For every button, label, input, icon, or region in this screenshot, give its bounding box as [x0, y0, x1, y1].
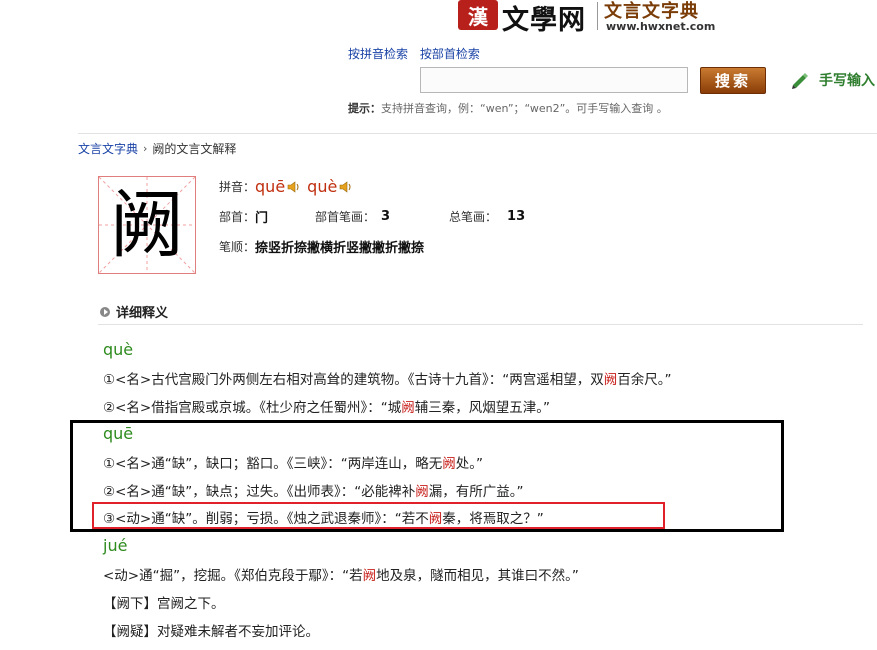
header-divider: [78, 133, 877, 134]
logo-divider: [597, 2, 598, 30]
pinyin-label: 拼音：: [219, 180, 256, 194]
pinyin-heading-jue2: jué: [103, 536, 128, 555]
radical-strokes-label: 部首笔画：: [315, 210, 376, 224]
pinyin-que4: què: [307, 177, 338, 196]
radical-label: 部首：: [219, 210, 256, 224]
breadcrumb: 文言文字典 › 阙的文言文解释: [78, 140, 236, 157]
total-strokes-value: 13: [507, 209, 526, 224]
definition-line: ①<名>通“缺”，缺口；豁口。《三峡》：“两岸连山，略无阙处。”: [103, 456, 483, 472]
pinyin-heading-que1: quē: [103, 424, 134, 443]
pinyin-heading-que4: què: [103, 340, 134, 359]
character-grid-box: 阙: [98, 176, 196, 274]
radical-row: 部首： 门 部首笔画： 3 总笔画： 13: [219, 207, 525, 226]
breadcrumb-separator: ›: [143, 142, 148, 155]
phrase-line: 【阙下】宫阙之下。: [103, 596, 225, 612]
definition-line: ②<名>借指宫殿或京城。《杜少府之任蜀州》：“城阙辅三秦，风烟望五津。”: [103, 400, 550, 416]
total-strokes-label: 总笔画：: [449, 210, 498, 224]
definition-line: <动>通“掘”，挖掘。《郑伯克段于鄢》：“若阙地及泉，隧而相见，其谁曰不然。”: [103, 568, 579, 584]
highlight-char: 阙: [362, 568, 377, 584]
definition-line: ③<动>通“缺”。削弱；亏损。《烛之武退秦师》：“若不阙秦，将焉取之？”: [103, 511, 544, 527]
stroke-order-label: 笔顺：: [219, 240, 256, 254]
highlight-char: 阙: [401, 400, 415, 416]
stroke-order-value: 捺竖折捺撇横折竖撇撇折撇捺: [255, 241, 425, 256]
radical-value: 门: [255, 211, 269, 226]
highlight-char: 阙: [442, 456, 456, 472]
definition-line: ①<名>古代宫殿门外两侧左右相对高耸的建筑物。《古诗十九首》：“两宫遥相望，双阙…: [103, 372, 672, 388]
handwrite-label: 手写输入: [819, 73, 875, 89]
hint-text: 支持拼音查询，例：“wen”；“wen2”。可手写输入查询 。: [381, 102, 668, 115]
pinyin-search-link[interactable]: 按拼音检索: [348, 47, 408, 61]
radical-strokes-value: 3: [381, 209, 391, 224]
highlight-char: 阙: [603, 372, 618, 388]
speaker-icon[interactable]: [287, 180, 301, 193]
search-mode-links: 按拼音检索 按部首检索: [348, 45, 488, 62]
detailed-definition-header: 详细释义: [100, 302, 168, 321]
radical-search-link[interactable]: 按部首检索: [420, 47, 480, 61]
search-hint: 提示：支持拼音查询，例：“wen”；“wen2”。可手写输入查询 。: [348, 100, 668, 116]
section-title: 详细释义: [116, 306, 169, 321]
character-glyph: 阙: [110, 182, 184, 268]
pen-icon: [792, 73, 808, 89]
pinyin-que1: quē: [255, 177, 286, 196]
definition-line: ②<名>通“缺”，缺点；过失。《出师表》：“必能裨补阙漏，有所广益。”: [103, 484, 524, 500]
logo-seal: 漢: [458, 0, 498, 30]
pinyin-row: 拼音： quē què: [219, 177, 359, 196]
stroke-order-row: 笔顺： 捺竖折捺撇横折竖撇撇折撇捺: [219, 237, 424, 256]
breadcrumb-home[interactable]: 文言文字典: [78, 140, 138, 157]
site-url: www.hwxnet.com: [606, 20, 716, 33]
section-divider: [98, 324, 863, 325]
hint-label: 提示：: [348, 102, 381, 115]
highlight-char: 阙: [415, 484, 429, 500]
logo-text[interactable]: 文學网: [502, 0, 586, 37]
search-button[interactable]: 搜索: [700, 67, 766, 94]
highlight-char: 阙: [428, 511, 443, 527]
search-input[interactable]: [420, 67, 688, 93]
speaker-icon[interactable]: [339, 180, 353, 193]
bullet-arrow-icon: [100, 306, 110, 317]
phrase-line: 【阙疑】对疑难未解者不妄加评论。: [103, 624, 319, 640]
handwrite-input-button[interactable]: 手写输入: [791, 70, 875, 90]
breadcrumb-current: 阙的文言文解释: [152, 142, 237, 156]
